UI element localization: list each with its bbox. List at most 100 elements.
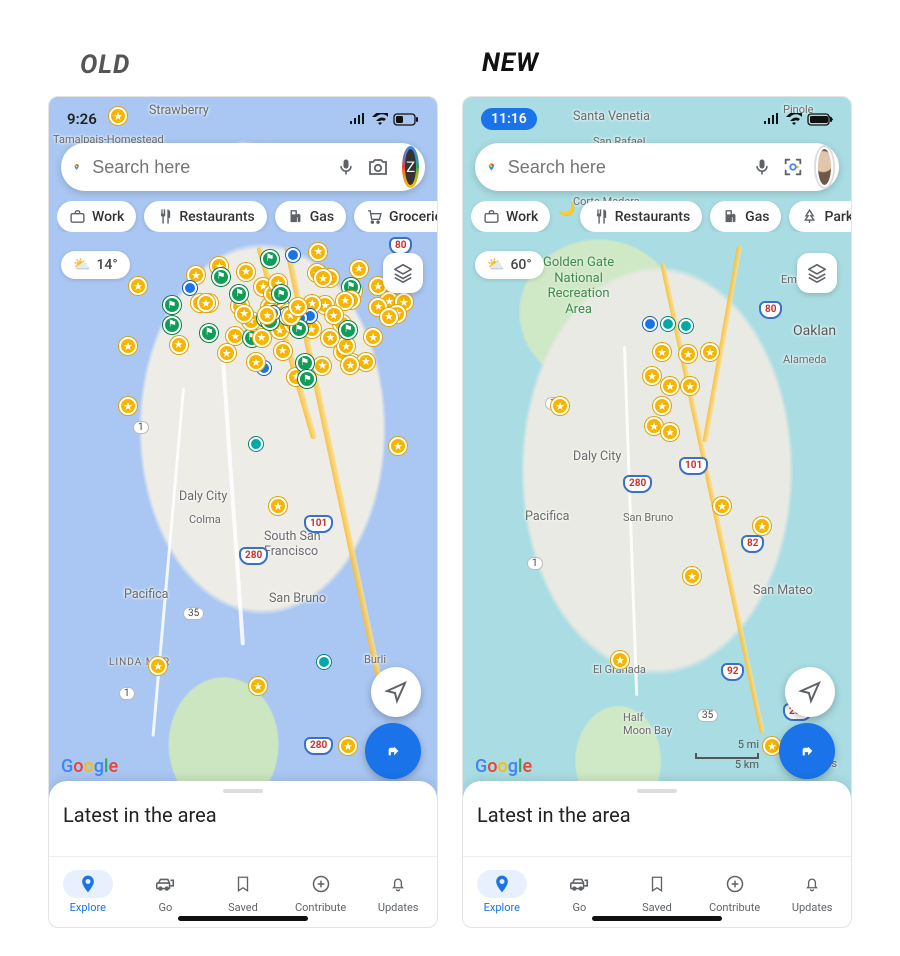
saved-place-pin[interactable]: ★ — [661, 377, 679, 395]
nav-label: Updates — [792, 901, 833, 914]
mic-icon[interactable] — [336, 152, 356, 182]
chip-parks[interactable]: Parks — [789, 201, 851, 232]
saved-place-pin[interactable] — [249, 437, 263, 451]
my-location-button[interactable] — [371, 667, 421, 717]
google-watermark: Google — [61, 756, 118, 777]
saved-place-pin[interactable] — [183, 281, 197, 295]
sheet-handle[interactable] — [637, 789, 677, 793]
nav-updates[interactable]: Updates — [773, 857, 851, 927]
saved-place-pin[interactable]: ★ — [357, 353, 375, 371]
saved-place-pin[interactable]: ⚑ — [212, 268, 230, 286]
saved-place-pin[interactable]: ★ — [681, 377, 699, 395]
saved-place-pin[interactable]: ★ — [129, 277, 147, 295]
bottom-sheet[interactable]: Latest in the area — [463, 781, 851, 857]
city-label: Burli — [364, 653, 386, 666]
saved-place-pin[interactable] — [679, 319, 693, 333]
saved-place-pin[interactable]: ★ — [364, 328, 382, 346]
lens-icon[interactable] — [782, 152, 804, 182]
saved-place-pin[interactable]: ★ — [337, 337, 355, 355]
saved-place-pin[interactable]: ★ — [226, 327, 244, 345]
chip-restaurants[interactable]: Restaurants — [144, 201, 266, 232]
saved-place-pin[interactable]: ★ — [713, 497, 731, 515]
chip-label: Parks — [824, 209, 851, 225]
saved-place-pin[interactable] — [643, 317, 657, 331]
layers-button[interactable] — [797, 253, 837, 293]
nav-label: Go — [159, 901, 173, 914]
mic-icon[interactable] — [752, 152, 772, 182]
account-avatar[interactable] — [816, 147, 833, 187]
home-indicator — [592, 916, 722, 921]
saved-place-pin[interactable]: ★ — [237, 263, 255, 281]
saved-place-pin[interactable] — [661, 317, 675, 331]
saved-place-pin[interactable]: ⚑ — [163, 296, 181, 314]
saved-place-pin[interactable]: ★ — [269, 497, 287, 515]
directions-button[interactable] — [779, 723, 835, 779]
layers-button[interactable] — [383, 253, 423, 293]
saved-place-pin[interactable]: ★ — [611, 651, 629, 669]
account-avatar[interactable]: Z — [402, 146, 419, 188]
nav-updates[interactable]: Updates — [359, 857, 437, 927]
saved-place-pin[interactable]: ★ — [653, 343, 671, 361]
saved-place-pin[interactable]: ★ — [274, 342, 292, 360]
saved-place-pin[interactable]: ⚑ — [261, 250, 279, 268]
saved-place-pin[interactable]: ★ — [247, 353, 265, 371]
saved-place-pin[interactable]: ★ — [249, 677, 267, 695]
saved-place-pin[interactable] — [317, 655, 331, 669]
route-marker: 35 — [183, 607, 204, 620]
saved-place-pin[interactable]: ⚑ — [272, 285, 290, 303]
saved-place-pin[interactable]: ★ — [341, 356, 359, 374]
saved-place-pin[interactable]: ★ — [149, 657, 167, 675]
saved-place-pin[interactable]: ★ — [683, 567, 701, 585]
chip-groceries[interactable]: Groceries — [354, 201, 437, 232]
saved-place-pin[interactable]: ★ — [661, 423, 679, 441]
plus-circle-icon — [307, 870, 335, 898]
saved-place-pin[interactable]: ⚑ — [200, 324, 218, 342]
chip-label: Gas — [745, 209, 769, 225]
chip-work[interactable]: Work — [471, 201, 550, 232]
weather-chip[interactable]: ⛅14° — [61, 251, 130, 279]
saved-place-pin[interactable]: ★ — [325, 306, 343, 324]
saved-place-pin[interactable]: ★ — [389, 437, 407, 455]
saved-place-pin[interactable]: ★ — [253, 329, 271, 347]
chip-gas[interactable]: Gas — [710, 201, 781, 232]
search-bar[interactable]: Z — [61, 143, 425, 191]
my-location-button[interactable] — [785, 667, 835, 717]
saved-place-pin[interactable]: ★ — [679, 345, 697, 363]
nav-explore[interactable]: Explore — [49, 857, 127, 927]
saved-place-pin[interactable]: ★ — [551, 397, 569, 415]
city-label: Colma — [189, 513, 221, 526]
weather-chip[interactable]: ⛅60° — [475, 251, 544, 279]
directions-button[interactable] — [365, 723, 421, 779]
bottom-sheet[interactable]: Latest in the area — [49, 781, 437, 857]
saved-place-pin[interactable]: ★ — [339, 737, 357, 755]
saved-place-pin[interactable]: ★ — [701, 343, 719, 361]
saved-place-pin[interactable]: ⚑ — [296, 354, 314, 372]
search-input[interactable] — [90, 156, 326, 179]
saved-place-pin[interactable]: ⚑ — [163, 316, 181, 334]
search-input[interactable] — [506, 156, 742, 179]
chip-restaurants[interactable]: Restaurants — [580, 201, 702, 232]
saved-place-pin[interactable]: ★ — [643, 367, 661, 385]
saved-place-pin[interactable]: ★ — [653, 397, 671, 415]
saved-place-pin[interactable]: ★ — [380, 308, 398, 326]
saved-place-pin[interactable]: ★ — [753, 517, 771, 535]
saved-place-pin[interactable]: ★ — [313, 357, 331, 375]
saved-place-pin[interactable]: ⚑ — [339, 321, 357, 339]
saved-place-pin[interactable]: ⚑ — [230, 285, 248, 303]
city-label: San Bruno — [269, 591, 326, 606]
saved-place-pin[interactable]: ★ — [170, 336, 188, 354]
city-label: San Mateo — [753, 583, 813, 598]
saved-place-pin[interactable]: ★ — [309, 243, 327, 261]
sheet-handle[interactable] — [223, 789, 263, 793]
search-bar[interactable] — [475, 143, 839, 191]
saved-place-pin[interactable] — [286, 248, 300, 262]
saved-place-pin[interactable]: ★ — [235, 305, 253, 323]
saved-place-pin[interactable]: ★ — [350, 260, 368, 278]
chip-gas[interactable]: Gas — [275, 201, 346, 232]
saved-place-pin[interactable]: ★ — [119, 337, 137, 355]
lens-icon[interactable] — [366, 152, 390, 182]
saved-place-pin[interactable]: ★ — [218, 344, 236, 362]
chip-work[interactable]: Work — [57, 201, 136, 232]
saved-place-pin[interactable]: ★ — [119, 397, 137, 415]
nav-explore[interactable]: Explore — [463, 857, 541, 927]
